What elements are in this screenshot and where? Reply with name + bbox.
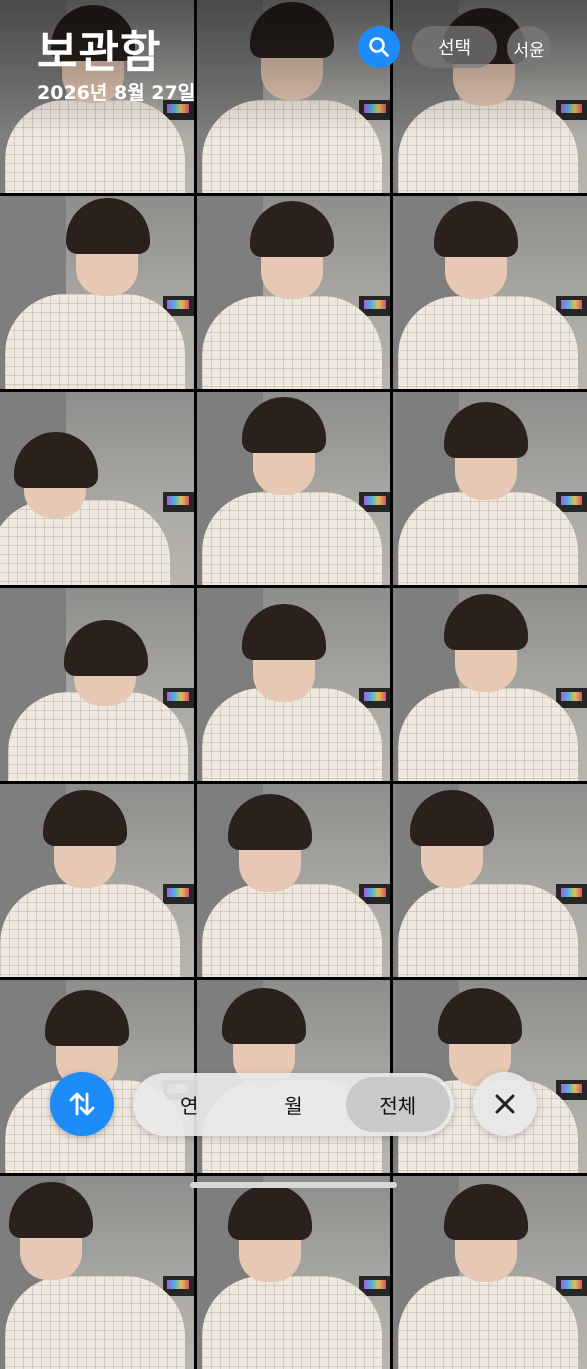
photo-grid [0,0,587,1369]
photo-thumbnail[interactable] [196,1176,391,1369]
photo-thumbnail[interactable] [0,196,194,389]
page-title: 보관함 [37,27,162,78]
sort-button[interactable] [50,1072,114,1136]
photo-thumbnail[interactable] [393,588,587,781]
sort-arrows-icon [69,1092,95,1116]
segment-month[interactable]: 월 [241,1077,345,1132]
profile-button[interactable]: 서윤 [507,26,551,70]
photo-thumbnail[interactable] [393,784,587,977]
date-label: 2026년 8월 27일 [37,82,196,104]
segment-year[interactable]: 연 [137,1077,241,1132]
select-button[interactable]: 선택 [412,26,497,68]
home-indicator [190,1182,397,1188]
photo-thumbnail[interactable] [0,392,194,585]
photo-thumbnail[interactable] [196,392,391,585]
photo-thumbnail[interactable] [0,588,194,781]
search-icon [369,37,389,57]
search-button[interactable] [358,26,400,68]
photo-thumbnail[interactable] [0,1176,194,1369]
photo-thumbnail[interactable] [196,196,391,389]
photo-thumbnail[interactable] [0,784,194,977]
close-button[interactable] [473,1072,537,1136]
view-segmented-control: 연 월 전체 [133,1073,454,1136]
segment-all[interactable]: 전체 [345,1077,450,1132]
close-icon [495,1094,515,1114]
photo-thumbnail[interactable] [393,1176,587,1369]
photo-thumbnail[interactable] [196,0,391,193]
photo-thumbnail[interactable] [393,392,587,585]
photo-thumbnail[interactable] [393,196,587,389]
photo-thumbnail[interactable] [196,784,391,977]
photo-thumbnail[interactable] [196,588,391,781]
